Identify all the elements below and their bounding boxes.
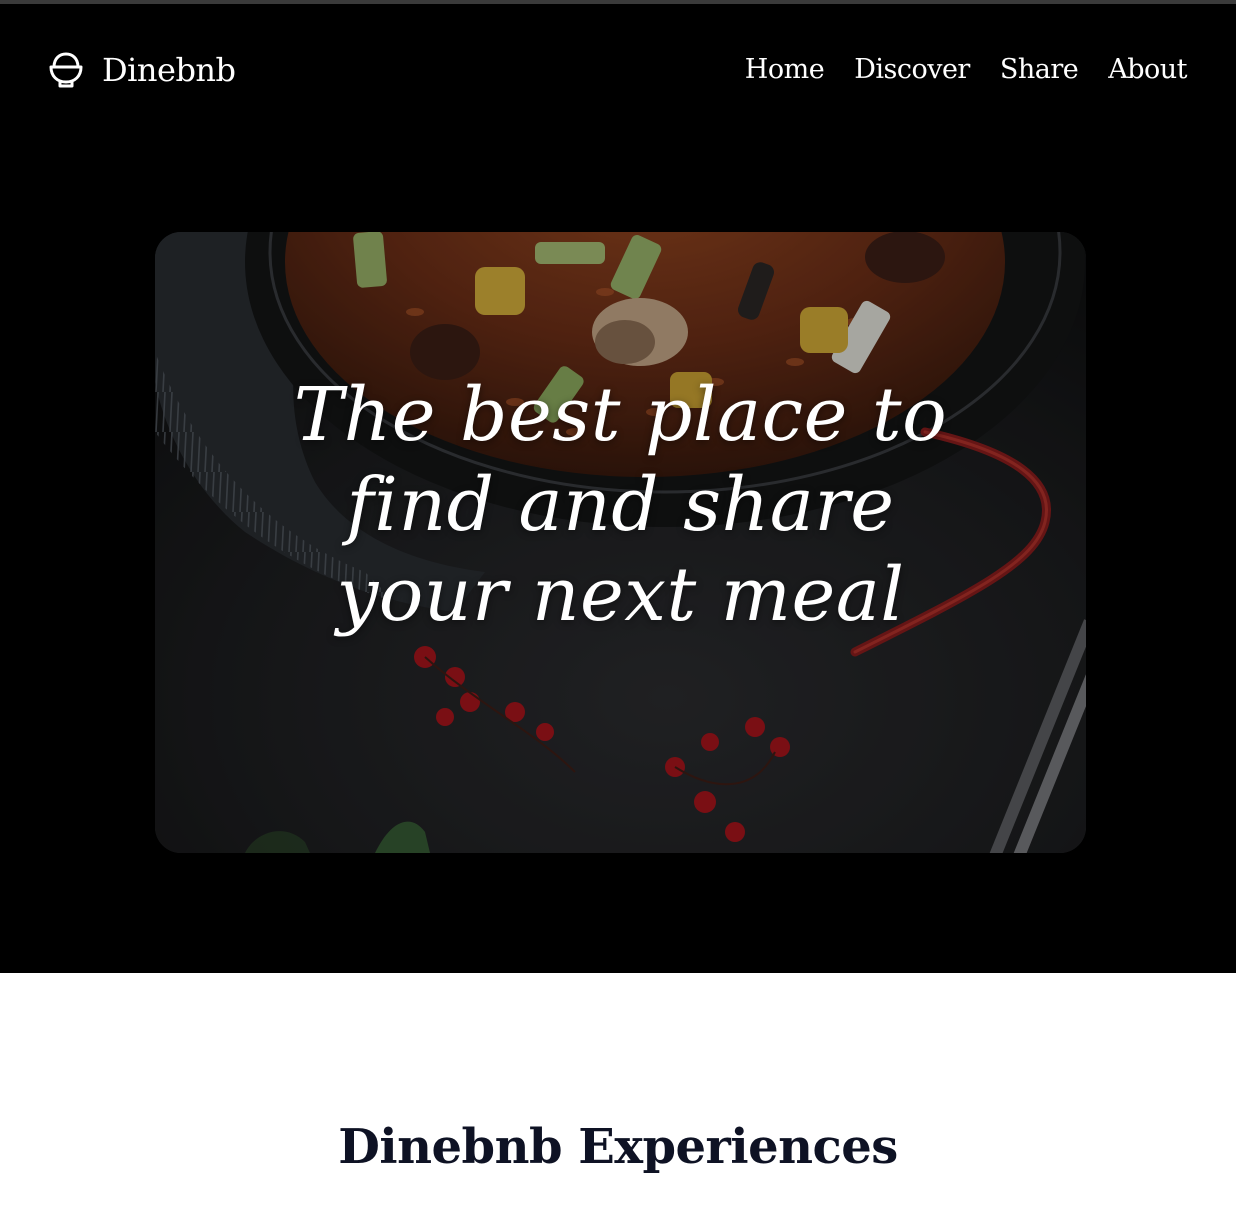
rice-bowl-icon xyxy=(49,52,83,88)
hero-section: Dinebnb Home Discover Share About The be… xyxy=(0,4,1236,973)
nav-discover-link[interactable]: Discover xyxy=(854,50,970,90)
nav-share-link[interactable]: Share xyxy=(1000,50,1079,90)
hero-image-card: The best place to find and share your ne… xyxy=(155,232,1086,853)
nav-home-link[interactable]: Home xyxy=(745,50,825,90)
brand-logo-link[interactable]: Dinebnb xyxy=(48,50,236,90)
hero-heading: The best place to find and share your ne… xyxy=(293,372,948,638)
brand-name: Dinebnb xyxy=(102,51,236,89)
experiences-section-title: Dinebnb Experiences xyxy=(338,1119,898,1175)
nav-about-link[interactable]: About xyxy=(1108,50,1187,90)
main-nav: Home Discover Share About xyxy=(745,50,1188,90)
